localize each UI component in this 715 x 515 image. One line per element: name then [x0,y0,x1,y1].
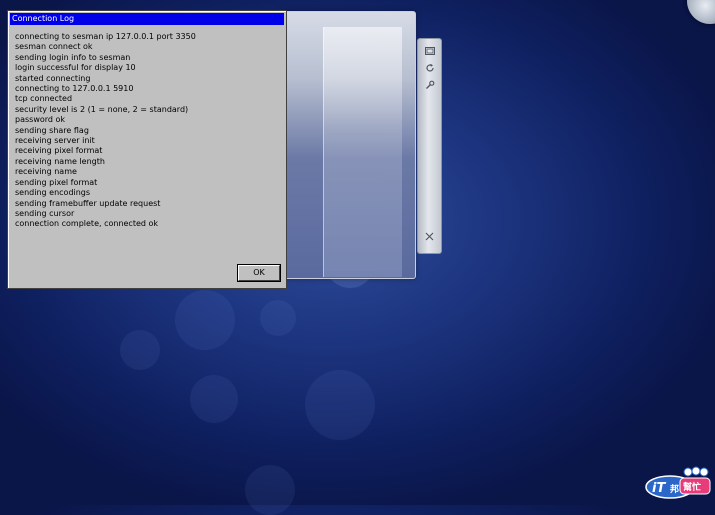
ithelp-logo: iT 邦 幫忙 [644,464,712,500]
log-line: sending pixel format [15,177,98,187]
log-line: sending cursor [15,208,75,218]
widget-toolbar [417,38,442,254]
log-line: connecting to sesman ip 127.0.0.1 port 3… [15,32,196,41]
log-line: password ok [15,115,66,125]
bokeh-light [175,290,235,350]
log-line: tcp connected [15,94,73,104]
svg-text:邦: 邦 [670,483,679,495]
ok-button[interactable]: OK [238,265,280,281]
log-line: connection complete, connected ok [15,219,159,229]
log-line: started connecting [15,73,91,83]
log-line: security level is 2 (1 = none, 2 = stand… [15,104,189,114]
resize-icon[interactable] [418,43,441,59]
bokeh-light [245,465,295,515]
log-line: receiving pixel format [15,146,103,156]
widget-panel-highlight [323,27,402,277]
log-line: receiving server init [15,136,95,146]
svg-text:iT: iT [652,481,666,496]
bokeh-light [305,370,375,440]
log-line: sending share flag [15,125,89,135]
svg-text:幫忙: 幫忙 [683,481,701,493]
bokeh-light [190,375,238,423]
connection-log-dialog: Connection Log connecting to sesman ip 1… [7,10,287,289]
log-line: sending login info to sesman [15,52,131,62]
dialog-title[interactable]: Connection Log [10,13,284,25]
log-line: receiving name length [15,156,105,166]
log-line: login successful for display 10 [15,63,136,73]
corner-orb-icon[interactable] [687,0,715,24]
log-line: connecting to 127.0.0.1 5910 [15,84,134,94]
log-line: sending encodings [15,188,91,198]
log-text: connecting to sesman ip 127.0.0.1 port 3… [15,32,280,230]
bokeh-light [260,300,296,336]
bokeh-light [120,330,160,370]
refresh-icon[interactable] [418,60,441,76]
log-line: receiving name [15,167,77,177]
close-icon[interactable] [418,228,441,244]
log-line: sesman connect ok [15,42,93,52]
log-line: sending framebuffer update request [15,198,161,208]
wrench-icon[interactable] [418,77,441,93]
